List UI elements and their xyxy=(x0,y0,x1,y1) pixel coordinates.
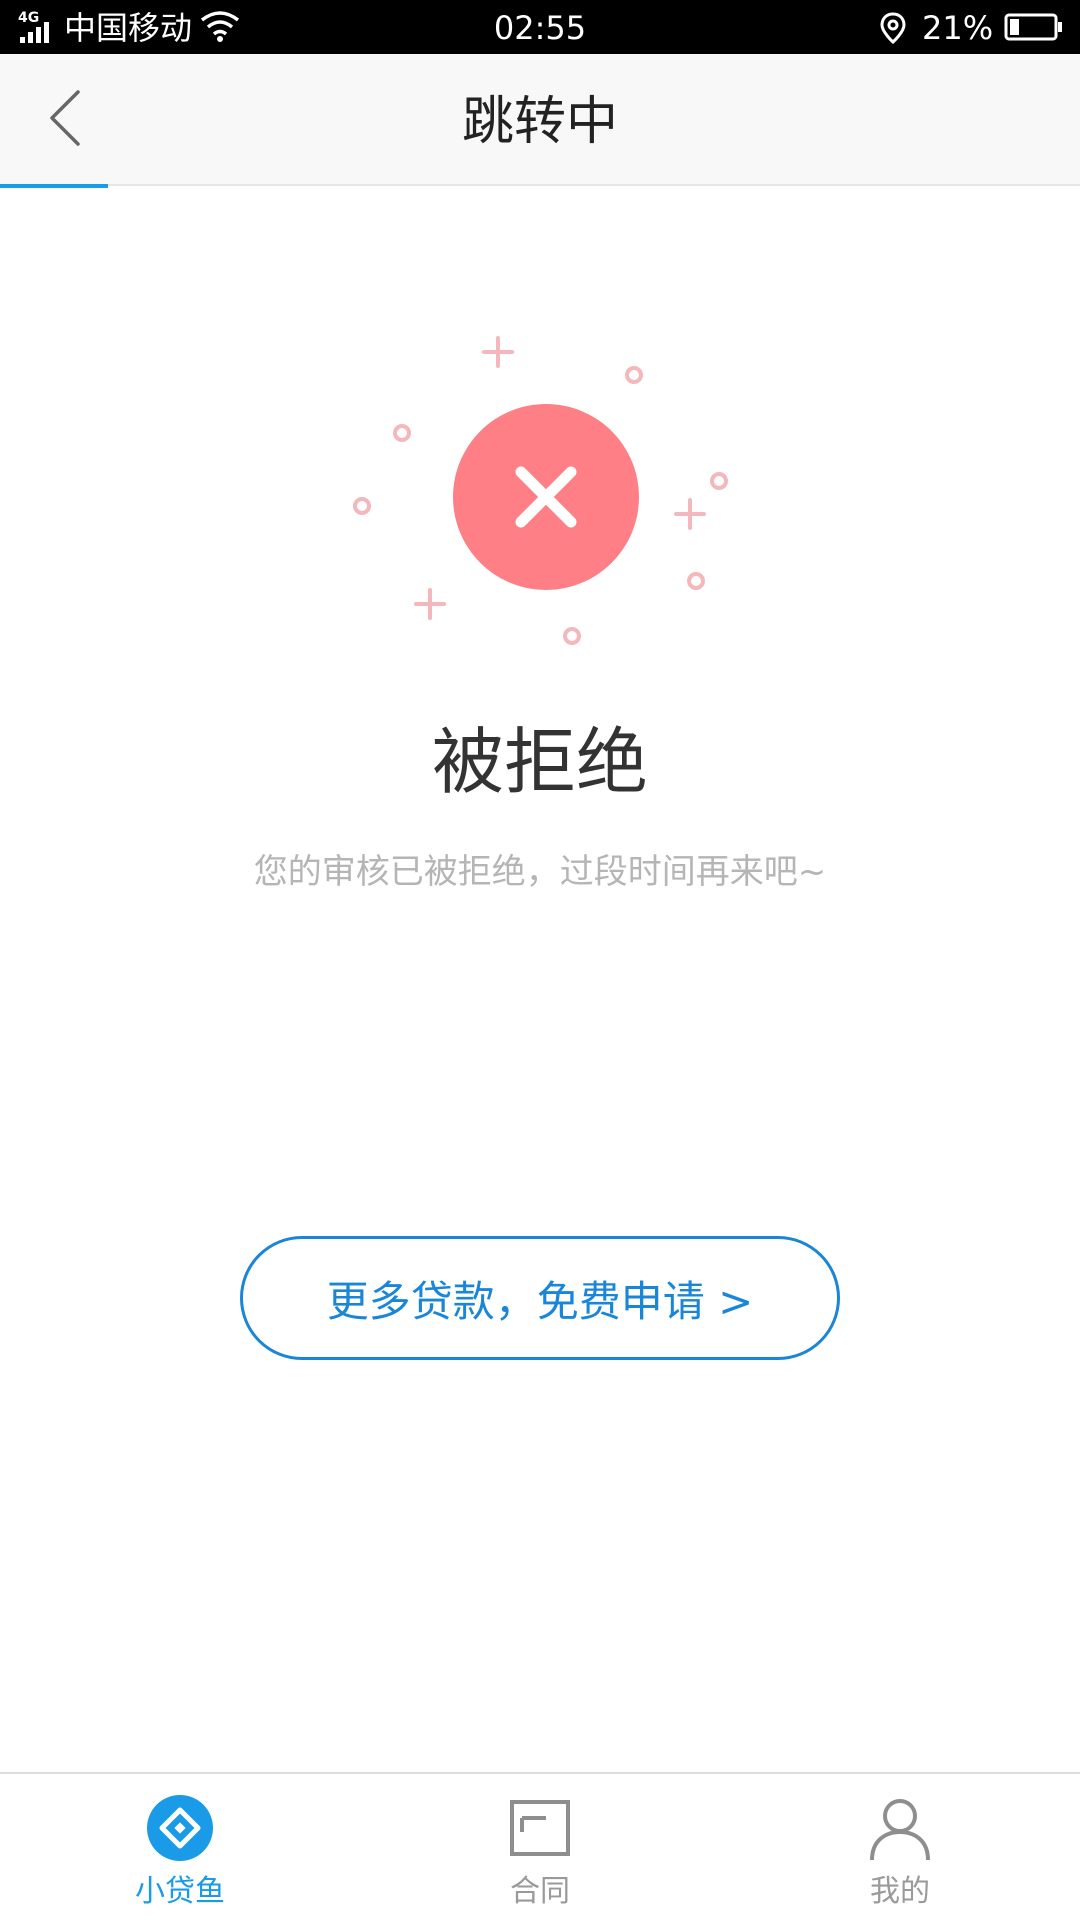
tab-label: 合同 xyxy=(510,1874,570,1909)
person-icon xyxy=(870,1799,930,1861)
loading-progress-bar xyxy=(0,184,108,188)
decorative-circle xyxy=(393,424,411,442)
rejected-illustration xyxy=(353,336,728,645)
decorative-circle xyxy=(687,572,705,590)
battery-icon xyxy=(1004,13,1062,41)
document-icon xyxy=(510,1800,570,1856)
location-icon xyxy=(880,12,906,44)
tab-contract[interactable]: 合同 xyxy=(360,1774,720,1922)
nav-bar: 跳转中 xyxy=(0,54,1080,186)
decorative-circle xyxy=(563,627,581,645)
battery-percent: 21% xyxy=(922,9,994,47)
more-loans-button[interactable]: 更多贷款，免费申请 > xyxy=(240,1236,840,1360)
decorative-plus-icon xyxy=(414,588,446,620)
tab-mine[interactable]: 我的 xyxy=(720,1774,1080,1922)
diamond-logo-icon xyxy=(147,1795,213,1861)
tab-label: 小贷鱼 xyxy=(135,1874,225,1909)
status-bar: 4G 中国移动 02:55 21% xyxy=(0,0,1080,54)
decorative-plus-icon xyxy=(674,498,706,530)
result-description: 您的审核已被拒绝，过段时间再来吧~ xyxy=(253,852,827,892)
result-title: 被拒绝 xyxy=(431,720,648,804)
tab-home[interactable]: 小贷鱼 xyxy=(0,1774,360,1922)
decorative-circle xyxy=(353,497,371,515)
clock: 02:55 xyxy=(493,9,587,47)
decorative-plus-icon xyxy=(482,336,514,368)
page-title: 跳转中 xyxy=(461,92,618,152)
tab-label: 我的 xyxy=(870,1874,930,1909)
decorative-circle xyxy=(710,472,728,490)
bottom-tab-bar: 小贷鱼 合同 我的 xyxy=(0,1772,1080,1920)
decorative-circle xyxy=(625,366,643,384)
